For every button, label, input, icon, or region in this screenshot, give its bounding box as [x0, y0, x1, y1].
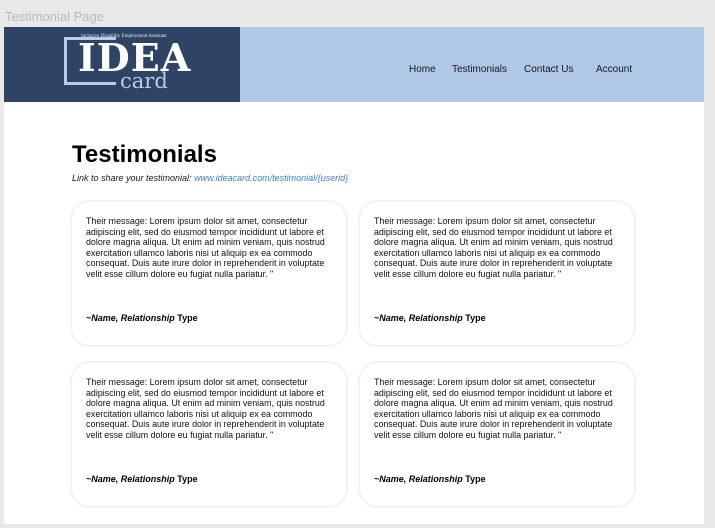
testimonial-signature: ~Name, Relationship Type: [86, 474, 198, 484]
logo[interactable]: Inclusive Disability Employment Assistan…: [4, 27, 240, 102]
testimonial-signature: ~Name, Relationship Type: [374, 474, 486, 484]
signature-name: ~Name, Relationship: [86, 474, 175, 484]
testimonial-message: Their message: Lorem ipsum dolor sit ame…: [86, 216, 325, 279]
nav-testimonials[interactable]: Testimonials: [452, 64, 507, 75]
share-link-url[interactable]: www.ideacard.com/testimonial/{userid}: [194, 173, 348, 183]
logo-word-card: card: [120, 69, 168, 93]
testimonial-card: Their message: Lorem ipsum dolor sit ame…: [70, 200, 348, 347]
share-link-row: Link to share your testimonial: www.idea…: [72, 173, 348, 183]
signature-type: Type: [465, 474, 486, 484]
testimonial-card: Their message: Lorem ipsum dolor sit ame…: [70, 361, 348, 508]
signature-type: Type: [177, 313, 198, 323]
header-bar: Inclusive Disability Employment Assistan…: [4, 27, 704, 102]
signature-name: ~Name, Relationship: [86, 313, 175, 323]
testimonial-message: Their message: Lorem ipsum dolor sit ame…: [374, 216, 613, 279]
testimonial-signature: ~Name, Relationship Type: [86, 313, 198, 323]
frame-label: Testimonial Page: [5, 9, 104, 24]
page-frame: Inclusive Disability Employment Assistan…: [4, 27, 704, 524]
nav-account[interactable]: Account: [596, 64, 632, 75]
signature-type: Type: [177, 474, 198, 484]
testimonial-message: Their message: Lorem ipsum dolor sit ame…: [374, 377, 613, 440]
signature-name: ~Name, Relationship: [374, 313, 463, 323]
page-title: Testimonials: [72, 141, 217, 168]
testimonial-signature: ~Name, Relationship Type: [374, 313, 486, 323]
signature-type: Type: [465, 313, 486, 323]
testimonial-card: Their message: Lorem ipsum dolor sit ame…: [358, 200, 636, 347]
signature-name: ~Name, Relationship: [374, 474, 463, 484]
share-link-label: Link to share your testimonial:: [72, 173, 192, 183]
nav-home[interactable]: Home: [409, 64, 436, 75]
nav-contact-us[interactable]: Contact Us: [524, 64, 573, 75]
testimonial-card: Their message: Lorem ipsum dolor sit ame…: [358, 361, 636, 508]
testimonial-message: Their message: Lorem ipsum dolor sit ame…: [86, 377, 325, 440]
